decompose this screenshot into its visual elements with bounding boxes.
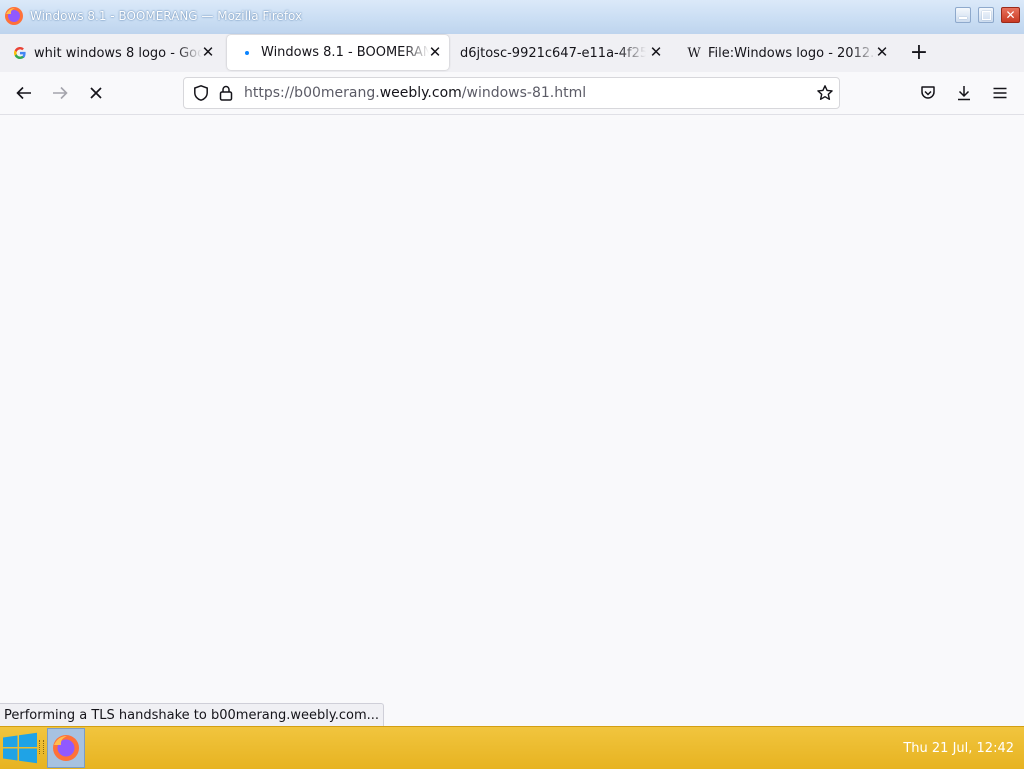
forward-arrow-icon [53,86,68,100]
loading-dot-icon [239,45,255,61]
address-bar[interactable]: https://b00merang.weebly.com/windows-81.… [183,77,840,109]
pocket-icon [921,86,935,99]
back-button[interactable] [12,81,36,105]
window-title: Windows 8.1 - BOOMERANG — Mozilla Firefo… [30,9,303,23]
close-tab-icon[interactable]: ✕ [648,44,664,60]
download-icon [958,86,970,101]
url-path: /windows-81.html [461,85,587,101]
close-tab-icon[interactable]: ✕ [874,44,890,60]
taskbar-separator [39,740,44,754]
back-arrow-icon [16,86,31,100]
close-window-button[interactable]: ✕ [1001,7,1020,23]
new-tab-button[interactable]: + [908,42,930,65]
tab-label: d6jtosc-9921c647-e11a-4f25-8a9c [460,45,646,61]
close-tab-icon[interactable]: ✕ [427,44,443,60]
lock-icon[interactable] [217,84,235,106]
taskbar-firefox-button[interactable] [47,728,85,768]
downloads-button[interactable] [952,81,976,105]
url-domain: weebly.com [379,85,462,101]
minimize-button[interactable] [955,7,971,23]
navigation-toolbar: https://b00merang.weebly.com/windows-81.… [0,72,1024,115]
tab-label: whit windows 8 logo - Google Search [34,45,202,61]
tab-boomerang[interactable]: Windows 8.1 - BOOMERANG ✕ [227,35,449,70]
windows-logo-icon [3,732,37,764]
app-menu-button[interactable] [988,81,1012,105]
bookmark-star-icon[interactable] [816,84,834,106]
maximize-button[interactable] [978,7,994,23]
google-icon [12,45,28,61]
status-panel: Performing a TLS handshake to b00merang.… [0,703,385,726]
page-content[interactable] [0,115,1024,726]
firefox-icon [4,6,24,26]
forward-button[interactable] [48,81,72,105]
taskbar: Thu 21 Jul, 12:42 [0,726,1024,769]
firefox-icon [53,735,79,761]
tab-strip: whit windows 8 logo - Google Search ✕ Wi… [0,34,1024,72]
tab-google-search[interactable]: whit windows 8 logo - Google Search ✕ [0,35,222,71]
tab-image-file[interactable]: d6jtosc-9921c647-e11a-4f25-8a9c ✕ [448,35,670,71]
tab-label: Windows 8.1 - BOOMERANG [261,45,429,60]
stop-icon [90,87,102,99]
wikipedia-icon: W [687,45,701,61]
url-prefix: https://b00merang. [244,85,380,101]
tab-wikipedia-file[interactable]: W File:Windows logo - 2012.svg ✕ [674,35,896,71]
hamburger-menu-icon [993,87,1007,99]
tracking-protection-shield-icon[interactable] [192,84,210,106]
url-text[interactable]: https://b00merang.weebly.com/windows-81.… [244,85,586,101]
pocket-button[interactable] [916,81,940,105]
close-tab-icon[interactable]: ✕ [200,44,216,60]
stop-loading-button[interactable] [84,81,108,105]
window-titlebar[interactable]: Windows 8.1 - BOOMERANG — Mozilla Firefo… [0,0,1024,35]
taskbar-clock[interactable]: Thu 21 Jul, 12:42 [903,741,1014,756]
start-button[interactable] [0,728,40,768]
tab-label: File:Windows logo - 2012.svg [708,45,876,61]
